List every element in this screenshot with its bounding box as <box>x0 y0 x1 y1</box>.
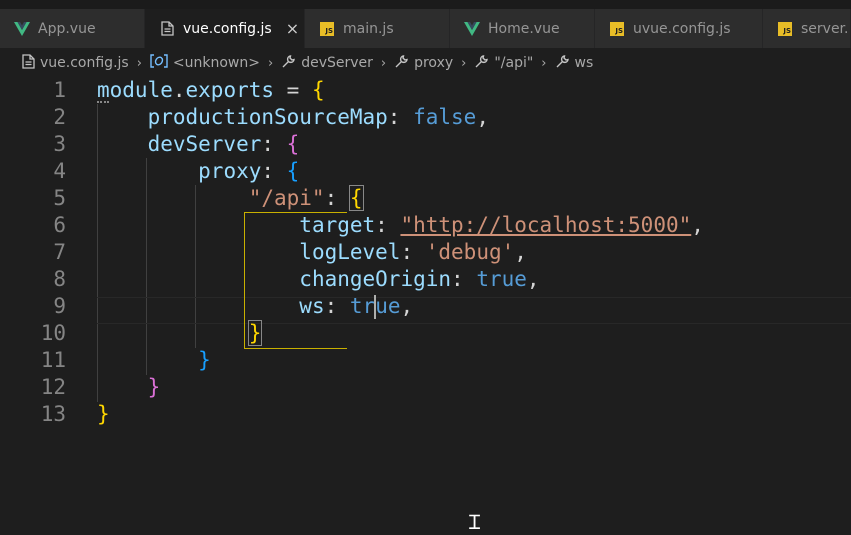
line-number: 8 <box>53 267 66 291</box>
js-icon: JS <box>319 21 335 37</box>
breadcrumb-label: "/api" <box>494 55 534 71</box>
tab-label: App.vue <box>38 20 96 37</box>
code-line-4: 4 proxy: { <box>0 158 851 185</box>
code-line-7: 7 logLevel: 'debug', <box>0 239 851 266</box>
tab-uvue-config-js[interactable]: JS uvue.config.js <box>595 9 763 48</box>
breadcrumb-label: proxy <box>414 55 454 71</box>
js-icon: JS <box>777 21 793 37</box>
module-icon <box>150 54 168 72</box>
breadcrumb-item-file[interactable]: vue.config.js <box>22 53 129 73</box>
line-number: 4 <box>53 159 66 183</box>
tab-vue-config-js[interactable]: vue.config.js × <box>145 9 305 48</box>
line-number: 7 <box>53 240 66 264</box>
tab-app-vue[interactable]: App.vue <box>0 9 145 48</box>
tab-main-js[interactable]: JS main.js <box>305 9 450 48</box>
breadcrumb-item-module[interactable]: <unknown> <box>150 54 260 72</box>
code-line-6: 6 target: "http://localhost:5000", <box>0 212 851 239</box>
tab-server-js[interactable]: JS server. <box>763 9 851 48</box>
tab-home-vue[interactable]: Home.vue <box>450 9 595 48</box>
tab-label: uvue.config.js <box>633 20 731 37</box>
code-line-8: 8 changeOrigin: true, <box>0 266 851 293</box>
line-number: 9 <box>53 294 66 318</box>
code-line-2: 2 productionSourceMap: false, <box>0 104 851 131</box>
file-icon <box>22 53 35 73</box>
breadcrumb-label: vue.config.js <box>40 55 129 71</box>
line-number: 1 <box>53 78 66 102</box>
tab-label: main.js <box>343 20 394 37</box>
breadcrumb-label: ws <box>574 55 594 71</box>
code-line-5: 5 "/api": { <box>0 185 851 212</box>
close-icon[interactable]: × <box>286 19 299 38</box>
breadcrumb: vue.config.js › <unknown> › devServer › … <box>0 48 851 78</box>
hint-dots <box>97 101 109 103</box>
breadcrumb-item-proxy[interactable]: proxy <box>394 54 453 73</box>
code-line-12: 12 } <box>0 374 851 401</box>
line-number: 11 <box>40 348 66 372</box>
vue-icon <box>14 21 30 37</box>
line-number: 5 <box>53 186 66 210</box>
code-line-10: 10 } <box>0 320 851 347</box>
wrench-icon <box>474 54 489 73</box>
line-number: 12 <box>40 375 66 399</box>
line-number: 2 <box>53 105 66 129</box>
breadcrumb-label: devServer <box>301 55 373 71</box>
url-link[interactable]: "http://localhost:5000" <box>400 213 691 237</box>
breadcrumb-item-api[interactable]: "/api" <box>474 54 533 73</box>
tab-bar: App.vue vue.config.js × JS main.js Home.… <box>0 0 851 48</box>
tab-label: Home.vue <box>488 20 560 37</box>
breadcrumb-label: <unknown> <box>172 55 260 71</box>
chevron-right-icon: › <box>380 55 387 71</box>
js-icon: JS <box>609 21 625 37</box>
tab-label: vue.config.js <box>183 20 272 37</box>
chevron-right-icon: › <box>541 55 547 71</box>
vue-icon <box>464 21 480 37</box>
chevron-right-icon: › <box>267 55 274 71</box>
chevron-right-icon: › <box>461 55 467 71</box>
breadcrumb-item-devserver[interactable]: devServer <box>281 54 373 73</box>
wrench-icon <box>281 54 296 73</box>
code-line-3: 3 devServer: { <box>0 131 851 158</box>
tab-label: server. <box>801 20 849 37</box>
code-line-1: 1 module.exports = { <box>0 77 851 104</box>
token-module: module <box>97 78 173 102</box>
file-icon <box>159 21 175 37</box>
code-line-13: 13 } <box>0 401 851 428</box>
line-number: 13 <box>40 402 66 426</box>
breadcrumb-item-ws[interactable]: ws <box>555 54 594 73</box>
line-number: 3 <box>53 132 66 156</box>
wrench-icon <box>555 54 570 73</box>
text-cursor <box>374 295 377 319</box>
code-editor[interactable]: 1 module.exports = { 2 productionSourceM… <box>0 77 851 535</box>
wrench-icon <box>394 54 409 73</box>
code-line-9: 9 ws: tr ue, <box>0 293 851 320</box>
line-number: 6 <box>53 213 66 237</box>
chevron-right-icon: › <box>136 55 142 71</box>
mouse-ibeam-icon: Ɪ <box>469 510 481 534</box>
line-number: 10 <box>40 321 66 345</box>
code-line-11: 11 } <box>0 347 851 374</box>
